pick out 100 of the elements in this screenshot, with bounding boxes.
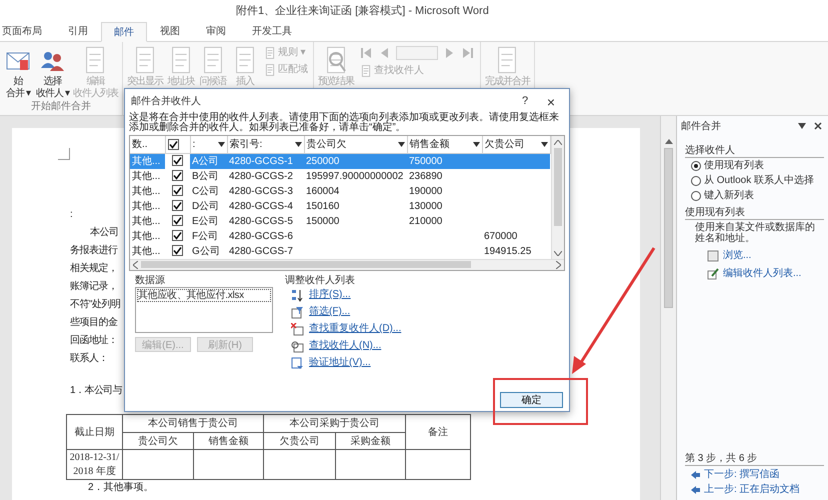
window-title: 附件1、企业往来询证函 [兼容模式] - Microsoft Word xyxy=(236,4,489,19)
help-button[interactable]: ? xyxy=(513,92,537,110)
scrollbar-thumb[interactable] xyxy=(664,148,673,308)
table-cell: 4280-GCGS-1 xyxy=(229,156,293,166)
table-cell: 250000 xyxy=(306,156,340,166)
checkbox[interactable] xyxy=(172,230,183,242)
table-cell: 4280-GCGS-2 xyxy=(229,170,293,182)
checkbox[interactable] xyxy=(172,245,183,256)
dropdown-arrow-icon xyxy=(398,142,404,147)
table-cell: 194915.25 xyxy=(484,246,532,256)
option-label: 使用现有列表 xyxy=(704,159,764,172)
option-label: 从 Outlook 联系人中选择 xyxy=(704,174,814,187)
table-header-cell: 贵公司欠 xyxy=(122,432,194,450)
step-link[interactable]: 下一步: 撰写信函 xyxy=(704,469,780,481)
column-header[interactable]: 数.. xyxy=(132,136,148,152)
text-line: 联系人： xyxy=(70,352,108,366)
pane-description: 使用来自某文件或数据库的姓名和地址。 xyxy=(695,222,816,244)
column-header[interactable]: 欠贵公司 xyxy=(484,136,524,152)
text-line: 相关规定， xyxy=(70,262,118,276)
section-heading: 使用现有列表 xyxy=(685,206,824,220)
text-line: 2．其他事项。 xyxy=(88,481,154,494)
table-header-cell: 备注 xyxy=(406,414,470,450)
checkbox[interactable] xyxy=(172,170,183,182)
table-cell: 195997.90000000002 xyxy=(306,170,404,182)
checkbox[interactable] xyxy=(168,138,178,150)
table-header-cell: 截止日期 xyxy=(66,414,122,450)
close-button[interactable]: × xyxy=(537,92,565,110)
pane-link[interactable]: 浏览... xyxy=(723,250,752,262)
text-line: 务报表进行 xyxy=(70,244,118,258)
section-heading: 选择收件人 xyxy=(685,144,824,158)
option-label: 键入新列表 xyxy=(704,189,754,202)
verify-icon xyxy=(291,356,304,370)
dropdown-arrow-icon xyxy=(472,142,480,147)
checkbox[interactable] xyxy=(172,185,183,196)
table-cell: 670000 xyxy=(484,230,518,242)
scrollbar-thumb[interactable] xyxy=(554,148,562,226)
duplicate-icon xyxy=(291,322,304,336)
list-action-link[interactable]: 查找收件人(N)... xyxy=(309,340,382,352)
table-header-cell: 欠贵公司 xyxy=(264,432,336,450)
radio-button[interactable] xyxy=(691,190,701,200)
column-header[interactable]: 销售金额 xyxy=(410,136,450,152)
table-cell: 4280-GCGS-5 xyxy=(229,216,293,226)
ribbon-tab[interactable]: 邮件 xyxy=(101,22,147,42)
table-row[interactable]: 其他... D公司 4280-GCGS-4 150160 130000 xyxy=(130,198,550,214)
list-icon xyxy=(707,250,719,262)
table-cell: 其他... xyxy=(132,186,160,196)
ok-button[interactable]: 确定 xyxy=(500,392,563,408)
step-indicator: 第 3 步，共 6 步 xyxy=(685,452,824,466)
checkbox[interactable] xyxy=(172,200,183,212)
table-cell: 236890 xyxy=(409,170,442,182)
list-action-link[interactable]: 排序(S)... xyxy=(309,289,351,301)
text-line: 1．本公司与 xyxy=(70,384,122,398)
list-action-link[interactable]: 筛选(F)... xyxy=(309,306,350,318)
table-row[interactable]: 其他... B公司 4280-GCGS-2 195997.90000000002 236890 xyxy=(130,168,550,184)
table-row[interactable]: 其他... C公司 4280-GCGS-3 160004 190000 xyxy=(130,184,550,198)
table-cell: 150160 xyxy=(306,200,340,212)
column-header[interactable]: 索引号: xyxy=(230,136,262,152)
table-cell: 160004 xyxy=(306,186,340,196)
ribbon-tab[interactable]: 引用 xyxy=(55,21,101,41)
scrollbar-thumb[interactable] xyxy=(141,261,471,268)
document-icon xyxy=(360,65,372,77)
ribbon-tab[interactable]: 开发工具 xyxy=(239,21,305,41)
table-row[interactable]: 其他... E公司 4280-GCGS-5 150000 210000 xyxy=(130,214,550,228)
document-icon xyxy=(264,47,276,59)
pencil-icon xyxy=(707,268,719,280)
table-header-cell: 本公司销售于贵公司 xyxy=(122,414,264,432)
corner-mark xyxy=(58,148,70,160)
vertical-scrollbar[interactable] xyxy=(660,116,676,500)
pane-link[interactable]: 编辑收件人列表... xyxy=(723,268,802,280)
section-label: 数据源 xyxy=(135,274,166,286)
section-label: 调整收件人列表 xyxy=(285,274,356,286)
table-cell: 4280-GCGS-7 xyxy=(229,246,293,256)
list-item[interactable]: 其他应收、其他应付.xlsx xyxy=(137,288,271,302)
radio-button[interactable] xyxy=(691,176,701,186)
checkbox[interactable] xyxy=(172,155,183,166)
ribbon-tab[interactable]: 审阅 xyxy=(193,21,239,41)
ribbon-tab[interactable]: 视图 xyxy=(147,21,193,41)
pane-title: 邮件合并 xyxy=(681,120,721,134)
list-action-link[interactable]: 验证地址(V)... xyxy=(309,357,371,369)
radio-button[interactable] xyxy=(691,160,701,170)
table-cell: 2018-12-31/ 2018 年度 xyxy=(66,450,122,480)
table-cell: 4280-GCGS-3 xyxy=(229,186,293,196)
close-button[interactable] xyxy=(812,120,824,132)
horizontal-scrollbar[interactable] xyxy=(130,258,564,270)
checkbox[interactable] xyxy=(172,215,183,226)
table-row[interactable]: 其他... G公司 4280-GCGS-7 194915.25 xyxy=(130,244,550,258)
sort-icon xyxy=(291,288,304,302)
ribbon-button[interactable]: 选择 收件人 ▾ xyxy=(34,42,71,100)
ribbon-tab[interactable]: 页面布局 xyxy=(0,21,55,41)
step-link[interactable]: 上一步: 正在启动文档 xyxy=(704,484,800,496)
vertical-scrollbar[interactable] xyxy=(550,136,564,258)
table-cell: F公司 xyxy=(192,230,218,242)
table-row[interactable]: 其他... F公司 4280-GCGS-6 670000 xyxy=(130,228,550,244)
text-line: 回函地址： xyxy=(70,334,118,348)
table-cell: D公司 xyxy=(192,200,220,212)
ribbon-button[interactable]: 始 合并 ▾ xyxy=(2,42,34,100)
column-header[interactable]: 贵公司欠 xyxy=(306,136,346,152)
find-icon xyxy=(291,340,304,352)
list-action-link[interactable]: 查找重复收件人(D)... xyxy=(309,323,402,335)
table-cell: B公司 xyxy=(192,170,219,182)
